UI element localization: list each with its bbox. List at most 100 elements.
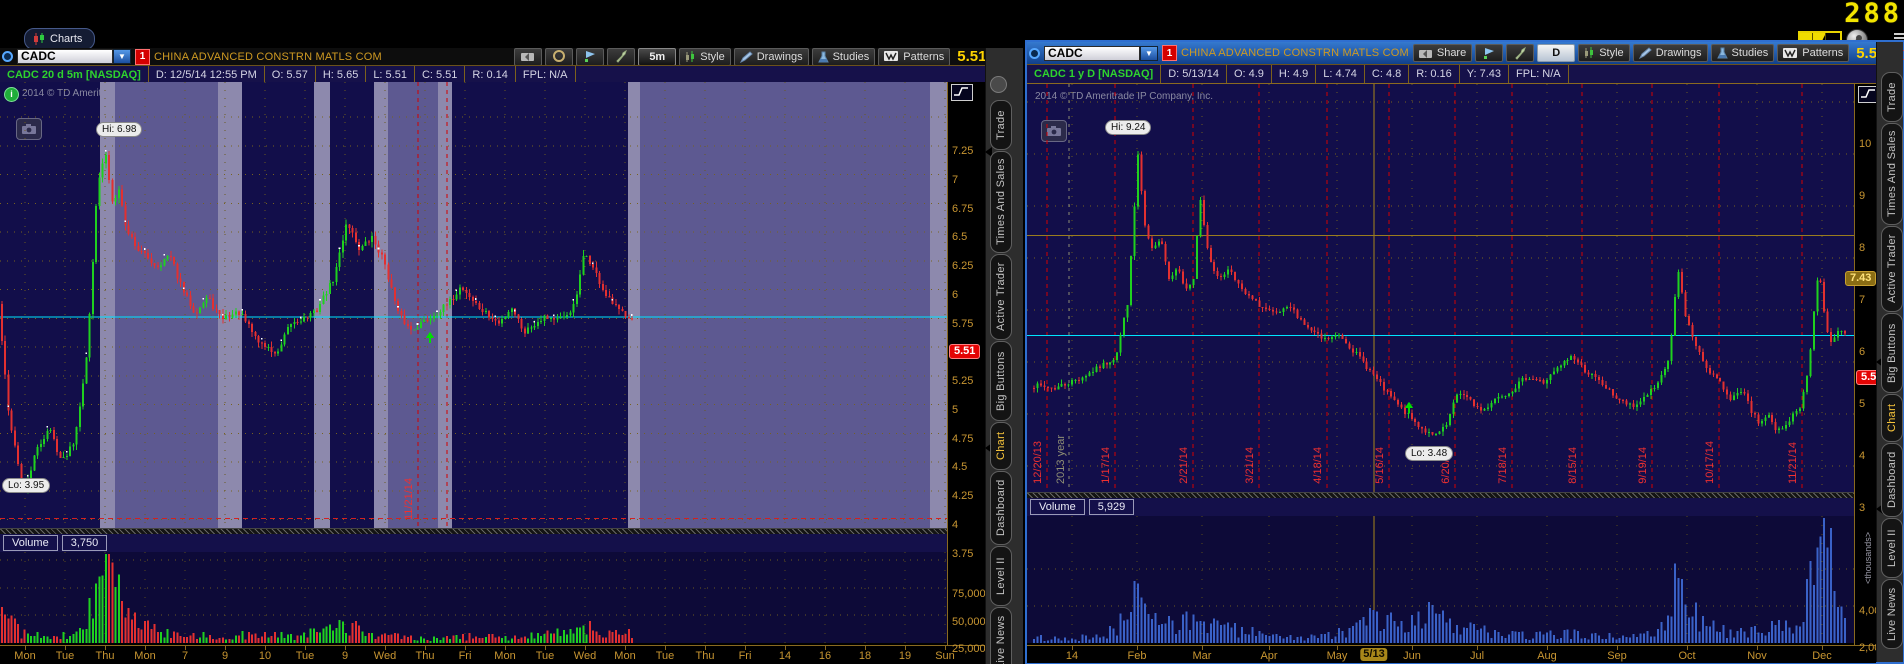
sidebar-tab-level-ii[interactable]: Level II (990, 546, 1012, 606)
time-axis-label: Thu (415, 650, 435, 662)
event-date-label: 9/19/14 (1637, 447, 1649, 484)
company-name: CHINA ADVANCED CONSTRN MATLS COM (154, 50, 382, 63)
wrench-icon (616, 50, 627, 63)
volume-axis-label: 75,000 (952, 588, 986, 600)
price-axis[interactable]: <thousands> 10 9 8 7 6 5 4 3 5.51 7.43 4,000 2,000 (1845, 84, 1888, 654)
price-chart-pane[interactable]: 2014 © TD Ameritrade IP Company, Inc. 12… (1027, 84, 1854, 492)
sidebar-tab-big-buttons[interactable]: Big Buttons (990, 341, 1012, 421)
flag-icon (584, 51, 595, 62)
sidebar-tab-chart[interactable]: Chart (990, 422, 1012, 470)
event-date-label: 10/17/14 (1704, 441, 1716, 484)
timeframe-button[interactable]: D (1537, 44, 1576, 62)
price-chart-pane[interactable]: i 2014 © TD Ameritrade IP Company, Inc. … (0, 82, 947, 528)
symbol-link-dot[interactable] (1029, 47, 1040, 59)
patterns-button[interactable]: Patterns (1777, 44, 1850, 62)
year-label: 2013 year (1055, 435, 1067, 484)
time-axis-label: Jun (1403, 650, 1421, 662)
info-field: FPL: N/A (1509, 65, 1569, 83)
sidebar-tab-active-trader[interactable]: Active Trader (990, 254, 1012, 340)
tab-charts[interactable]: Charts (24, 28, 96, 50)
symbol-input[interactable] (17, 49, 113, 64)
patterns-label: Patterns (903, 50, 945, 63)
price-axis-label: 9 (1859, 190, 1866, 202)
flag-button[interactable] (1475, 44, 1504, 62)
patterns-button[interactable]: Patterns (878, 47, 951, 66)
event-date-label: 1/17/14 (1100, 447, 1112, 484)
volume-pane[interactable] (0, 552, 947, 643)
sidebar-tab-trade[interactable]: Trade (1881, 72, 1903, 122)
export-button[interactable] (514, 47, 543, 66)
time-axis-label: Mar (1192, 650, 1212, 662)
info-field: D: 5/13/14 (1161, 65, 1227, 83)
time-axis-label: Oct (1678, 650, 1696, 662)
info-field: H: 5.65 (316, 66, 367, 83)
time-axis-label: Mon (134, 650, 156, 662)
sidebar-tab-level-ii[interactable]: Level II (1881, 518, 1903, 578)
price-axis[interactable]: 7.25 7 6.75 6.5 6.25 6 5.75 5.25 5 4.75 4.5 4.25 4 3.… (947, 82, 986, 655)
event-date-label: 11/21/14 (403, 477, 415, 520)
drawings-button[interactable]: Drawings (733, 47, 809, 66)
alert-badge[interactable]: 1 (135, 48, 150, 65)
sidebar-tab-big-buttons[interactable]: Big Buttons (1881, 313, 1903, 393)
sidebar-tab-active-trader[interactable]: Active Trader (1881, 226, 1903, 312)
settings-button[interactable] (607, 47, 636, 66)
flask-icon (1716, 47, 1728, 59)
price-axis-label: 6.5 (952, 231, 968, 244)
sidebar-tab-times-and-sales[interactable]: Times And Sales (990, 151, 1012, 253)
sidebar-tab-times-and-sales[interactable]: Times And Sales (1881, 123, 1903, 225)
sidebar-tab-trade[interactable]: Trade (990, 100, 1012, 150)
time-axis[interactable]: 14 Feb Mar Apr May Jun Jul Aug Sep Oct Nov Dec 5/13 (1027, 645, 1876, 663)
alert-badge[interactable]: 1 (1162, 45, 1177, 61)
timeframe-button[interactable]: 5m (638, 47, 677, 66)
time-axis-label: Thu (695, 650, 715, 662)
volume-pane[interactable] (1027, 516, 1854, 643)
price-axis-label: 3.75 (952, 547, 974, 560)
axis-scale-icon[interactable] (951, 84, 973, 101)
sidebar-tab-dashboard[interactable]: Dashboard (990, 471, 1012, 545)
studies-button[interactable]: Studies (1710, 44, 1775, 62)
symbol-link-dot[interactable] (2, 51, 13, 62)
share-button[interactable]: Share (1412, 44, 1473, 62)
chart-header-right: ▼ 1 CHINA ADVANCED CONSTRN MATLS COM Sha… (1027, 42, 1904, 64)
style-button[interactable]: Style (1578, 44, 1630, 62)
symbol-dropdown-button[interactable]: ▼ (1140, 45, 1158, 61)
studies-label: Studies (832, 50, 870, 63)
time-axis-label: Tue (655, 650, 675, 662)
year-high-badge: 7.43 (1845, 270, 1877, 286)
pattern-w-icon (1783, 47, 1798, 58)
price-axis-label: 8 (1859, 242, 1866, 254)
pencil-icon (1638, 47, 1652, 59)
time-axis-label: 14 (778, 650, 792, 662)
sidebar-tab-live-news[interactable]: Live News (1881, 579, 1903, 649)
drawings-button[interactable]: Drawings (1632, 44, 1708, 62)
gadget-button[interactable] (990, 76, 1007, 93)
sidebar-tab-dashboard[interactable]: Dashboard (1881, 443, 1903, 517)
price-axis-label: 5 (1859, 398, 1866, 410)
event-date-label: 7/18/14 (1497, 447, 1509, 484)
compass-button[interactable] (545, 47, 574, 66)
studies-button[interactable]: Studies (811, 47, 876, 66)
time-axis-label: Nov (1747, 650, 1767, 662)
info-field: L: 4.74 (1316, 65, 1365, 83)
info-field: R: 0.16 (1409, 65, 1460, 83)
flag-button[interactable] (576, 47, 605, 66)
volume-axis-label: 25,000 (952, 643, 986, 655)
time-axis-label: Aug (1537, 650, 1557, 662)
volume-header-row: Volume 3,750 (0, 534, 950, 553)
style-button[interactable]: Style (679, 47, 731, 66)
sidebar-tab-chart[interactable]: Chart (1881, 394, 1903, 442)
event-date-label: 4/18/14 (1312, 447, 1324, 484)
symbol-input[interactable] (1044, 45, 1140, 61)
event-date-label: 12/20/13 (1032, 441, 1044, 484)
time-axis-label: Dec (1812, 650, 1832, 662)
volume-value: 3,750 (61, 535, 108, 551)
settings-button[interactable] (1506, 44, 1535, 62)
time-axis-label: 10 (258, 650, 272, 662)
symbol-dropdown-button[interactable]: ▼ (113, 49, 131, 64)
event-date-label: 2/21/14 (1178, 447, 1190, 484)
sidebar-tab-live-news[interactable]: Live News (990, 607, 1012, 664)
studies-label: Studies (1731, 47, 1769, 59)
price-axis-label: 5 (952, 403, 959, 416)
time-axis[interactable]: Mon Tue Thu Mon 7 9 10 Tue 9 Wed Thu Fri Mon Tue Wed Mo… (0, 645, 985, 664)
tab-charts-label: Charts (50, 33, 83, 45)
